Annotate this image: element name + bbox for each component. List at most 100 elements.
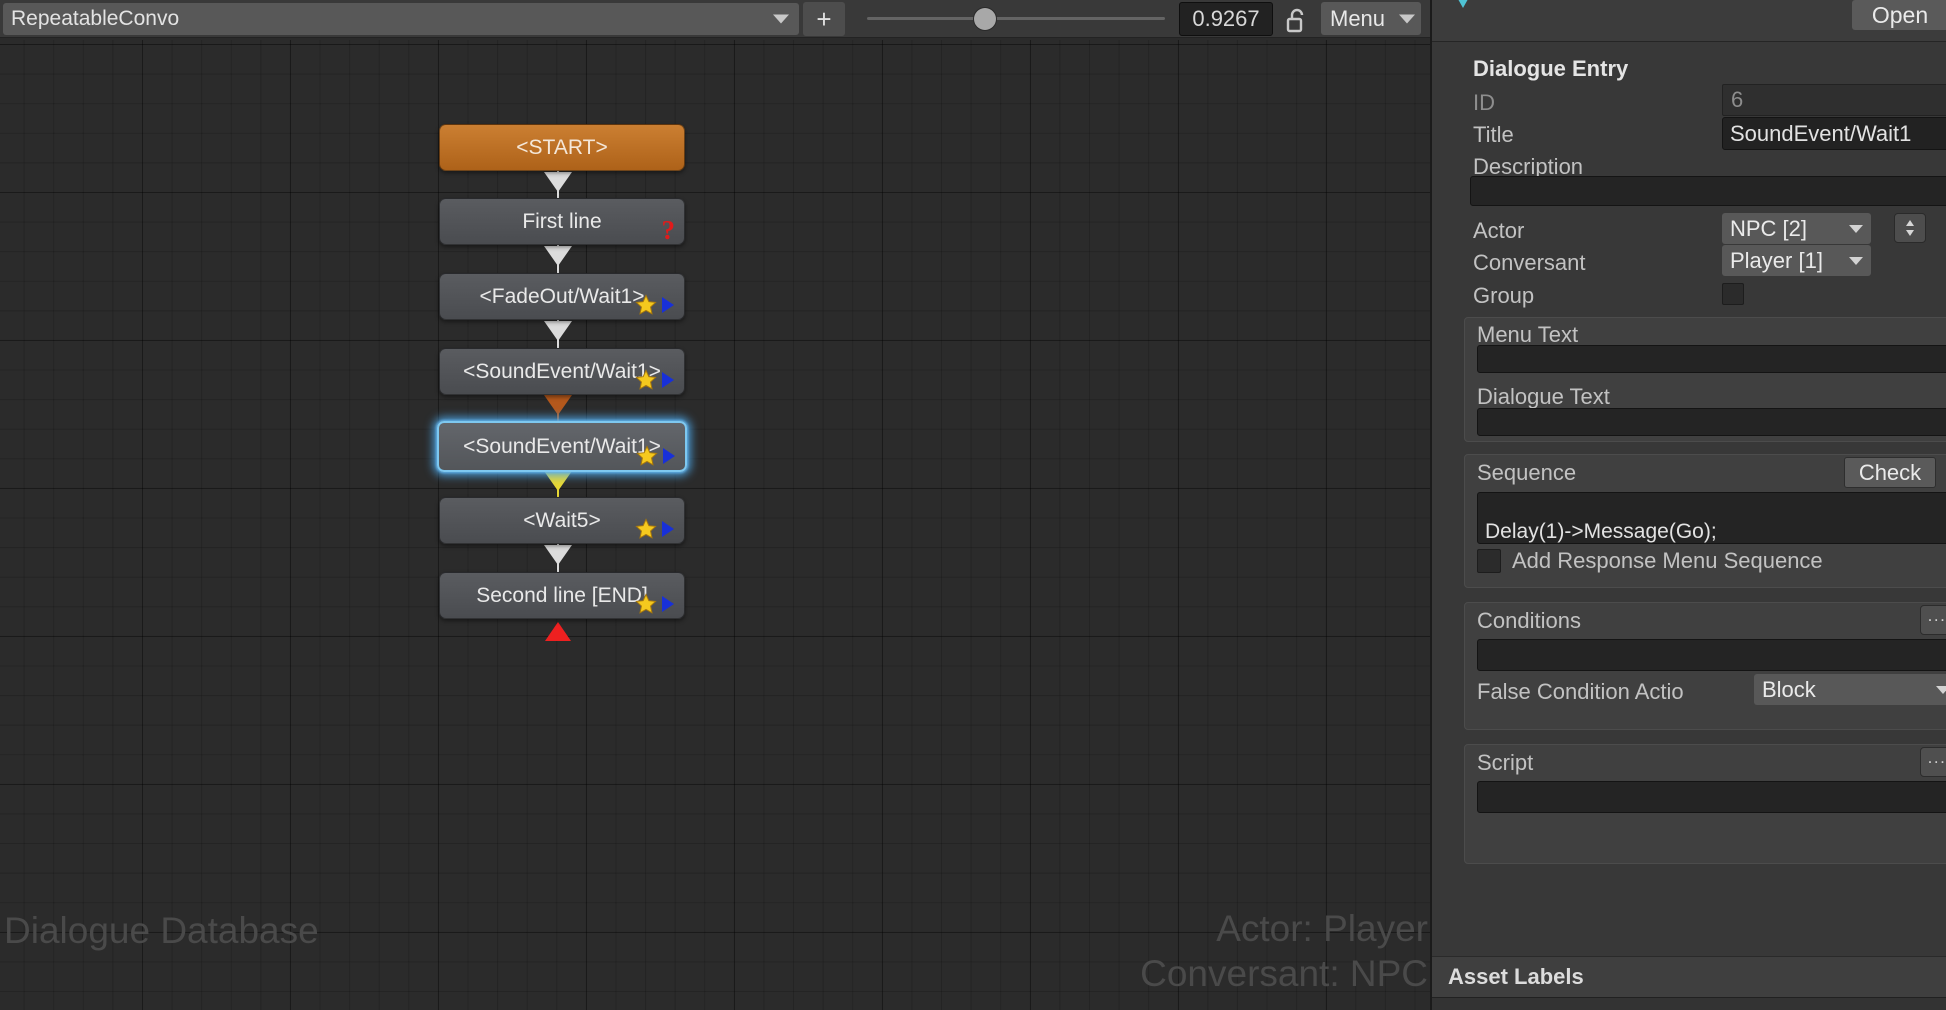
script-more-button[interactable]: ...: [1920, 747, 1946, 777]
zoom-slider[interactable]: [867, 2, 1165, 36]
sequence-check-label: Check: [1858, 459, 1922, 485]
sequence-check-button[interactable]: Check: [1844, 457, 1936, 488]
node-badges: [635, 294, 676, 316]
zoom-value-text: 0.9267: [1192, 5, 1260, 31]
node-canvas[interactable]: [0, 40, 1430, 1010]
sequence-value: Delay(1)->Message(Go); Continue()@Messag…: [1485, 519, 1717, 543]
add-response-menu-sequence-checkbox[interactable]: [1477, 549, 1501, 573]
node-soundevent-wait1-a[interactable]: <SoundEvent/Wait1>: [439, 348, 685, 395]
zoom-value-input[interactable]: 0.9267: [1179, 1, 1273, 36]
add-conversation-button[interactable]: +: [803, 1, 845, 36]
node-label: <FadeOut/Wait1>: [479, 284, 645, 308]
add-conversation-label: +: [816, 3, 832, 34]
false-condition-action-label: False Condition Actio: [1477, 679, 1684, 704]
node-label: Second line [END]: [476, 583, 648, 607]
conversant-dropdown[interactable]: Player [1]: [1722, 245, 1871, 276]
node-label: First line: [522, 209, 602, 233]
inspector-footer: [1432, 998, 1946, 1010]
sequence-label: Sequence: [1477, 460, 1577, 485]
dialogue-text-label: Dialogue Text: [1477, 384, 1610, 409]
script-input[interactable]: [1477, 781, 1946, 813]
conversation-dropdown-label: RepeatableConvo: [11, 8, 180, 29]
inspector-panel: Open Dialogue Entry ID 6 Title SoundEven…: [1430, 0, 1946, 1010]
node-label: <START>: [516, 135, 608, 159]
star-icon: [635, 369, 657, 390]
play-icon: [662, 372, 674, 388]
node-badges: [635, 518, 676, 540]
star-icon: [635, 593, 657, 614]
unlocked-padlock-icon[interactable]: [1285, 4, 1309, 34]
menu-dropdown-label: Menu: [1330, 5, 1386, 31]
asset-labels-label: Asset Labels: [1448, 964, 1584, 989]
section-title-dialogue-entry: Dialogue Entry: [1473, 56, 1629, 81]
question-mark-icon: ?: [661, 215, 676, 245]
link-arrow: [544, 395, 572, 415]
node-badges: [635, 593, 676, 615]
link-arrow: [544, 321, 572, 341]
zoom-slider-track: [867, 17, 1165, 20]
chevron-down-icon: [1849, 256, 1863, 265]
conversation-dropdown[interactable]: RepeatableConvo: [3, 2, 799, 35]
inspector-header: Open: [1432, 0, 1946, 42]
link-arrow-terminal: [545, 622, 571, 641]
actor-label: Actor: [1473, 218, 1525, 243]
actor-stepper-button[interactable]: [1894, 213, 1926, 243]
false-condition-action-dropdown[interactable]: Block: [1754, 674, 1946, 705]
chevron-down-icon: [773, 14, 789, 23]
node-fadeout-wait1[interactable]: <FadeOut/Wait1>: [439, 273, 685, 320]
conversant-label: Conversant: [1473, 250, 1586, 275]
conditions-input[interactable]: [1477, 639, 1946, 671]
conditions-more-label: ...: [1927, 605, 1946, 625]
link-arrow: [544, 172, 572, 192]
menu-text-input[interactable]: [1477, 345, 1946, 373]
actor-dropdown[interactable]: NPC [2]: [1722, 213, 1871, 244]
star-icon: [635, 518, 657, 539]
play-icon: [662, 596, 674, 612]
conditions-more-button[interactable]: ...: [1920, 605, 1946, 635]
id-value-field: 6: [1722, 84, 1946, 116]
script-more-label: ...: [1927, 747, 1946, 767]
id-value: 6: [1731, 87, 1744, 112]
conversant-value: Player [1]: [1730, 247, 1823, 273]
title-input[interactable]: SoundEvent/Wait1: [1722, 117, 1946, 150]
inspector-body: Dialogue Entry ID 6 Title SoundEvent/Wai…: [1432, 42, 1946, 967]
dialogue-text-input[interactable]: [1477, 408, 1946, 436]
title-value: SoundEvent/Wait1: [1730, 120, 1912, 146]
star-icon: [636, 445, 658, 466]
add-response-menu-sequence-label: Add Response Menu Sequence: [1512, 548, 1823, 573]
title-label: Title: [1473, 122, 1514, 147]
open-button[interactable]: Open: [1852, 0, 1946, 30]
node-badges: [636, 445, 677, 467]
link-arrow: [544, 471, 572, 491]
link-arrow: [544, 545, 572, 565]
false-condition-action-value: Block: [1762, 676, 1816, 702]
node-first-line[interactable]: First line ?: [439, 198, 685, 245]
conditions-label: Conditions: [1477, 608, 1581, 633]
asset-type-icon: [1454, 0, 1472, 8]
menu-dropdown[interactable]: Menu: [1321, 2, 1421, 35]
sequence-input[interactable]: Delay(1)->Message(Go); Continue()@Messag…: [1477, 492, 1946, 544]
group-label: Group: [1473, 283, 1535, 308]
play-icon: [663, 448, 675, 464]
node-start[interactable]: <START>: [439, 124, 685, 171]
star-icon: [635, 294, 657, 315]
play-icon: [662, 521, 674, 537]
node-soundevent-wait1-b-selected[interactable]: <SoundEvent/Wait1>: [437, 421, 687, 472]
open-button-label: Open: [1871, 1, 1929, 28]
link-arrow: [544, 246, 572, 266]
dialogue-editor-window: Dialogue Database Actor: Player Conversa…: [0, 0, 1946, 1010]
node-badges: [635, 369, 676, 391]
node-wait5[interactable]: <Wait5>: [439, 497, 685, 544]
description-input[interactable]: [1470, 176, 1946, 206]
script-label: Script: [1477, 750, 1534, 775]
graph-pane: Dialogue Database Actor: Player Conversa…: [0, 0, 1430, 1010]
chevron-down-icon: [1936, 685, 1946, 694]
up-down-arrows-icon: [1906, 220, 1914, 236]
zoom-slider-handle[interactable]: [974, 7, 996, 30]
chevron-down-icon: [1849, 224, 1863, 233]
group-checkbox[interactable]: [1722, 283, 1744, 305]
actor-value: NPC [2]: [1730, 215, 1808, 241]
asset-labels-bar[interactable]: Asset Labels: [1432, 956, 1946, 998]
node-second-line-end[interactable]: Second line [END]: [439, 572, 685, 619]
node-label: <Wait5>: [523, 508, 601, 532]
